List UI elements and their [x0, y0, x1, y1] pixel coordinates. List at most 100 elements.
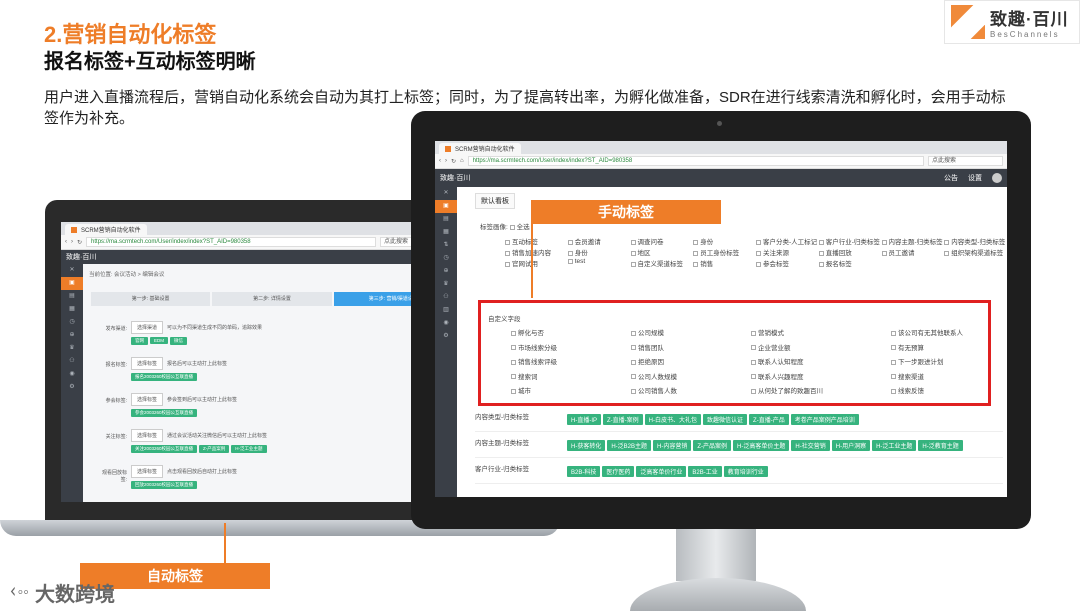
tag-checkbox[interactable]	[818, 250, 824, 256]
tag-checkbox[interactable]	[881, 239, 887, 245]
custom-field-option[interactable]: 搜索渠道	[891, 371, 981, 386]
sidebar-item[interactable]: ⚇	[435, 291, 457, 304]
tag-option[interactable]: 直播回放	[818, 247, 882, 258]
custom-field-checkbox[interactable]	[511, 359, 516, 365]
tag-option[interactable]: 官网试用	[505, 258, 568, 269]
tag-pill[interactable]: H-直播-IP	[567, 414, 601, 425]
custom-field-checkbox[interactable]	[511, 388, 516, 394]
sidebar-item[interactable]: ◉	[61, 368, 83, 381]
select-button[interactable]: 选择渠道	[131, 321, 164, 334]
custom-field-option[interactable]: 销售团队	[631, 342, 751, 357]
custom-field-checkbox[interactable]	[891, 388, 896, 394]
custom-field-checkbox[interactable]	[891, 345, 896, 351]
tag-option[interactable]: 组织架构渠道标签	[944, 247, 1007, 258]
tag-checkbox[interactable]	[505, 261, 510, 267]
sidebar-item[interactable]: ⚇	[61, 355, 83, 368]
tag-pill[interactable]: 关注2003260校园公互联直播	[131, 445, 198, 453]
browser-tab[interactable]: SCRM营销自动化软件	[65, 224, 147, 235]
custom-field-checkbox[interactable]	[511, 374, 516, 380]
custom-field-option[interactable]: 从何处了解的致趣百川	[751, 385, 891, 400]
custom-field-option[interactable]: 企业营业额	[751, 342, 891, 357]
tag-pill[interactable]: 参会2003260校园公互联直播	[131, 409, 198, 417]
tag-pill[interactable]: H-社交营销	[791, 440, 830, 451]
home-icon[interactable]: ⌂	[460, 158, 464, 164]
tag-pill[interactable]: Z-产品案例	[199, 445, 230, 453]
tag-pill[interactable]: 致趣微信认证	[703, 414, 748, 425]
custom-field-checkbox[interactable]	[751, 388, 756, 394]
tag-checkbox[interactable]	[567, 239, 573, 245]
custom-field-option[interactable]: 孵化与否	[511, 327, 631, 342]
tag-checkbox[interactable]	[567, 258, 573, 264]
tag-checkbox[interactable]	[881, 250, 887, 256]
custom-field-checkbox[interactable]	[891, 374, 896, 380]
tag-pill[interactable]: H-泛工业主题	[231, 445, 267, 453]
tag-option[interactable]: 员工邀请	[881, 247, 945, 258]
select-button[interactable]: 选择标签	[131, 465, 164, 478]
custom-field-option[interactable]: 有无预算	[891, 342, 981, 357]
forward-icon[interactable]: ›	[445, 158, 447, 164]
tab-default-board[interactable]: 默认看板	[475, 193, 515, 209]
tag-pill[interactable]: H-泛高客单价主题	[733, 440, 790, 451]
tag-checkbox[interactable]	[944, 250, 950, 256]
sidebar-item[interactable]: ▣	[435, 200, 457, 213]
settings-link[interactable]: 设置	[968, 173, 982, 183]
browser-tab[interactable]: SCRM营销自动化软件	[439, 143, 521, 154]
tag-pill[interactable]: 泛高客单价行业	[636, 466, 687, 477]
select-all-checkbox[interactable]	[509, 224, 515, 230]
tag-pill[interactable]: H-泛教育主题	[918, 440, 963, 451]
select-button[interactable]: 选择标签	[131, 429, 164, 442]
wizard-step[interactable]: 第二步: 详情设置	[212, 292, 332, 306]
forward-icon[interactable]: ›	[71, 239, 73, 245]
tag-option[interactable]: 关注来源	[756, 247, 819, 258]
sidebar-item[interactable]: ▣	[61, 277, 83, 290]
sidebar-item[interactable]: ♛	[61, 342, 83, 355]
select-button[interactable]: 选择标签	[131, 393, 164, 406]
sidebar-item[interactable]: ▦	[61, 303, 83, 316]
tag-pill[interactable]: 教育培训行业	[723, 466, 768, 477]
tag-checkbox[interactable]	[756, 261, 761, 267]
tag-pill[interactable]: H-获客转化	[567, 440, 606, 451]
tag-pill[interactable]: H-用户洞察	[831, 440, 871, 451]
reload-icon[interactable]: ↻	[451, 158, 456, 165]
tag-option[interactable]: 客户分类-人工标记	[756, 236, 819, 247]
custom-field-checkbox[interactable]	[511, 330, 516, 336]
tag-checkbox[interactable]	[693, 261, 699, 267]
tag-pill[interactable]: H-泛B2B主题	[607, 440, 652, 451]
sidebar-item[interactable]: ⊕	[435, 265, 457, 278]
custom-field-option[interactable]: 公司人数规模	[631, 371, 751, 386]
tag-pill[interactable]: H-泛工业主题	[872, 440, 917, 451]
tag-option[interactable]: 内容类型-归类标签	[944, 236, 1007, 247]
url-bar[interactable]: https://ma.scrmtech.com/User/index/index…	[86, 237, 376, 247]
tag-option[interactable]: 内容主题-归类标签	[881, 236, 945, 247]
tag-checkbox[interactable]	[818, 239, 824, 245]
tag-option[interactable]: 参会标签	[756, 258, 819, 269]
tag-checkbox[interactable]	[630, 250, 636, 256]
sidebar-item[interactable]: ◷	[61, 316, 83, 329]
custom-field-checkbox[interactable]	[751, 374, 756, 380]
custom-field-checkbox[interactable]	[631, 359, 636, 365]
avatar[interactable]	[992, 173, 1002, 183]
tag-checkbox[interactable]	[567, 250, 573, 256]
tag-pill[interactable]: Z-产品案例	[693, 440, 732, 451]
tag-checkbox[interactable]	[944, 239, 950, 245]
custom-field-option[interactable]: 营销模式	[751, 327, 891, 342]
tag-checkbox[interactable]	[756, 239, 761, 245]
tag-pill[interactable]: 微信	[170, 337, 187, 345]
tag-pill[interactable]: B2B-工业	[688, 466, 722, 477]
tag-pill[interactable]: H-白皮书、大礼包	[644, 414, 702, 425]
custom-field-option[interactable]: 市场线索分级	[511, 342, 631, 357]
tag-option[interactable]: 身份	[567, 247, 631, 258]
tag-checkbox[interactable]	[505, 239, 510, 245]
sidebar-item[interactable]: ♛	[435, 278, 457, 291]
tag-option[interactable]: 会员邀请	[567, 236, 631, 247]
sidebar-item[interactable]: ▦	[435, 226, 457, 239]
sidebar-item[interactable]: ⊕	[61, 329, 83, 342]
custom-field-option[interactable]: 公司规模	[631, 327, 751, 342]
sidebar-item[interactable]: ⇅	[435, 239, 457, 252]
tag-pill[interactable]: 医疗医药	[602, 466, 635, 477]
wizard-step[interactable]: 第一步: 基础设置	[91, 292, 211, 306]
custom-field-option[interactable]: 搜索词	[511, 371, 631, 386]
custom-field-option[interactable]: 城市	[511, 385, 631, 400]
reload-icon[interactable]: ↻	[77, 239, 82, 246]
tag-pill[interactable]: 官网	[131, 337, 148, 345]
